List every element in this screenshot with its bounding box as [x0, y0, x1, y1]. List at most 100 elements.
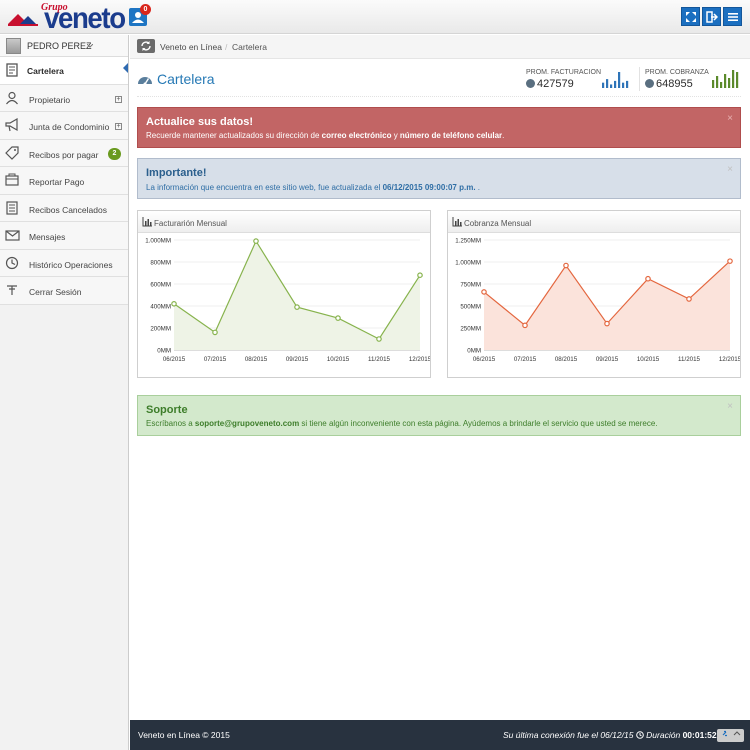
link-icon	[722, 730, 740, 737]
dashboard-icon	[138, 77, 152, 86]
stat-value: 648955	[656, 78, 693, 90]
sidebar-item-label: Reportar Pago	[29, 177, 85, 187]
sidebar-item-label: Cartelera	[27, 66, 64, 76]
alert-text: Recuerde mantener actualizados su direcc…	[146, 131, 505, 140]
sidebar-item-cerrar-sesion[interactable]: Cerrar Sesión	[0, 277, 128, 305]
data-point[interactable]	[417, 272, 423, 279]
alert-update-data: Actualice sus datos! Recuerde mantener a…	[137, 107, 741, 148]
count-badge: 2	[108, 147, 121, 160]
sidebar-item-label: Junta de Condominio	[29, 122, 110, 132]
fullscreen-button[interactable]	[681, 7, 700, 26]
sparkline-bar	[614, 80, 617, 88]
bar-chart-icon	[142, 217, 152, 227]
data-point[interactable]	[376, 336, 382, 342]
breadcrumb-home-link[interactable]: Veneto en Línea	[160, 42, 222, 52]
sidebar: PEDRO PEREZ Cartelera Propietario + Junt…	[0, 35, 129, 750]
close-icon[interactable]: ×	[727, 113, 733, 124]
sparkline-facturacion	[602, 72, 629, 88]
sidebar-item-label: Mensajes	[29, 232, 66, 242]
y-tick-label: 1.000MM	[455, 260, 481, 267]
sparkline-cobranza	[712, 70, 739, 88]
y-tick-label: 250MM	[460, 326, 481, 333]
breadcrumb: Veneto en Línea / Cartelera	[130, 35, 750, 59]
y-tick-label: 500MM	[460, 304, 481, 311]
data-point[interactable]	[171, 301, 177, 307]
data-point[interactable]	[294, 304, 300, 310]
sidebar-item-mensajes[interactable]: Mensajes	[0, 222, 128, 250]
widget-title: Facturarión Mensual	[154, 219, 227, 228]
sparkline-bar	[618, 72, 621, 88]
megaphone-icon	[5, 118, 18, 132]
chart-cobranza: 0MM 250MM 500MM 750MM 1.000MM 1.250MM 06/2015 0…	[455, 238, 740, 364]
x-tick-label: 08/2015	[555, 356, 578, 363]
close-icon[interactable]: ×	[727, 164, 733, 175]
tags-icon	[5, 145, 19, 160]
data-point[interactable]	[604, 320, 610, 327]
logo-mark-icon	[8, 14, 38, 26]
data-point[interactable]	[253, 238, 259, 244]
logo[interactable]: Grupo veneto	[6, 2, 126, 35]
top-navbar: Grupo veneto 0	[0, 0, 750, 34]
sidebar-item-propietario[interactable]: Propietario +	[0, 84, 128, 112]
stat-title: PROM. COBRANZA	[645, 69, 709, 76]
close-icon[interactable]: ×	[727, 401, 733, 412]
data-point[interactable]	[212, 329, 218, 336]
page-header: Cartelera PROM. FACTURACION 427579 PROM.…	[137, 63, 741, 97]
logout-button[interactable]	[702, 7, 721, 26]
refresh-button[interactable]	[137, 39, 155, 53]
sparkline-bar	[732, 70, 735, 88]
data-point[interactable]	[645, 275, 651, 282]
sidebar-item-recibos-cancelados[interactable]: Recibos Cancelados	[0, 194, 128, 222]
y-tick-label: 1.250MM	[455, 238, 481, 245]
menu-button[interactable]	[723, 7, 742, 26]
x-tick-label: 11/2015	[678, 356, 700, 363]
x-tick-label: 12/2015	[409, 356, 430, 363]
y-tick-label: 800MM	[150, 260, 171, 267]
receipts-icon	[6, 200, 18, 215]
sparkline-bar	[712, 80, 715, 88]
footer-settings-button[interactable]	[717, 729, 744, 742]
sidebar-item-reportar-pago[interactable]: Reportar Pago	[0, 167, 128, 195]
stat-title: PROM. FACTURACION	[526, 69, 602, 76]
y-tick-label: 0MM	[157, 348, 171, 355]
widget-title: Cobranza Mensual	[464, 219, 532, 228]
alert-title: Actualice sus datos!	[146, 116, 253, 128]
sidebar-item-label: Recibos por pagar	[29, 149, 99, 160]
y-tick-label: 750MM	[460, 282, 481, 289]
data-point[interactable]	[686, 296, 692, 302]
chart-facturacion: 0MM 200MM 400MM 600MM 800MM 1.000MM 06/2015 07/…	[145, 238, 430, 364]
alert-title: Soporte	[146, 404, 188, 416]
alert-text: La información que encuentra en este sit…	[146, 183, 480, 192]
user-menu[interactable]: PEDRO PEREZ	[0, 35, 128, 57]
y-tick-label: 200MM	[150, 326, 171, 333]
active-indicator	[123, 63, 128, 73]
x-tick-label: 06/2015	[473, 356, 496, 363]
logo-veneto-text: veneto	[44, 2, 126, 35]
alert-title: Importante!	[146, 167, 207, 179]
stat-cobranza: PROM. COBRANZA 648955	[645, 69, 709, 90]
y-tick-label: 400MM	[150, 304, 171, 311]
sidebar-item-cartelera[interactable]: Cartelera	[0, 57, 128, 85]
sidebar-item-historico[interactable]: Histórico Operaciones	[0, 249, 128, 277]
expand-toggle[interactable]: +	[115, 95, 122, 103]
stat-facturacion: PROM. FACTURACION 427579	[526, 69, 601, 90]
x-tick-label: 06/2015	[163, 356, 186, 363]
sparkline-bar	[716, 76, 719, 88]
board-icon	[6, 63, 18, 77]
menu-icon	[728, 13, 738, 21]
stat-divider	[639, 67, 640, 91]
sidebar-item-recibos-por-pagar[interactable]: Recibos por pagar 2	[0, 139, 128, 167]
data-point[interactable]	[522, 322, 528, 329]
sidebar-item-junta[interactable]: Junta de Condominio +	[0, 112, 128, 140]
stat-value: 427579	[537, 78, 574, 90]
data-point[interactable]	[481, 289, 487, 295]
expand-toggle[interactable]: +	[115, 123, 122, 130]
data-point[interactable]	[727, 258, 733, 264]
data-point[interactable]	[335, 315, 341, 321]
breadcrumb-separator: /	[225, 42, 228, 52]
data-point[interactable]	[563, 262, 569, 269]
envelope-icon	[5, 230, 20, 241]
page-title: Cartelera	[157, 71, 215, 87]
sparkline-bar	[622, 82, 625, 88]
notification-count-badge: 0	[140, 4, 151, 15]
